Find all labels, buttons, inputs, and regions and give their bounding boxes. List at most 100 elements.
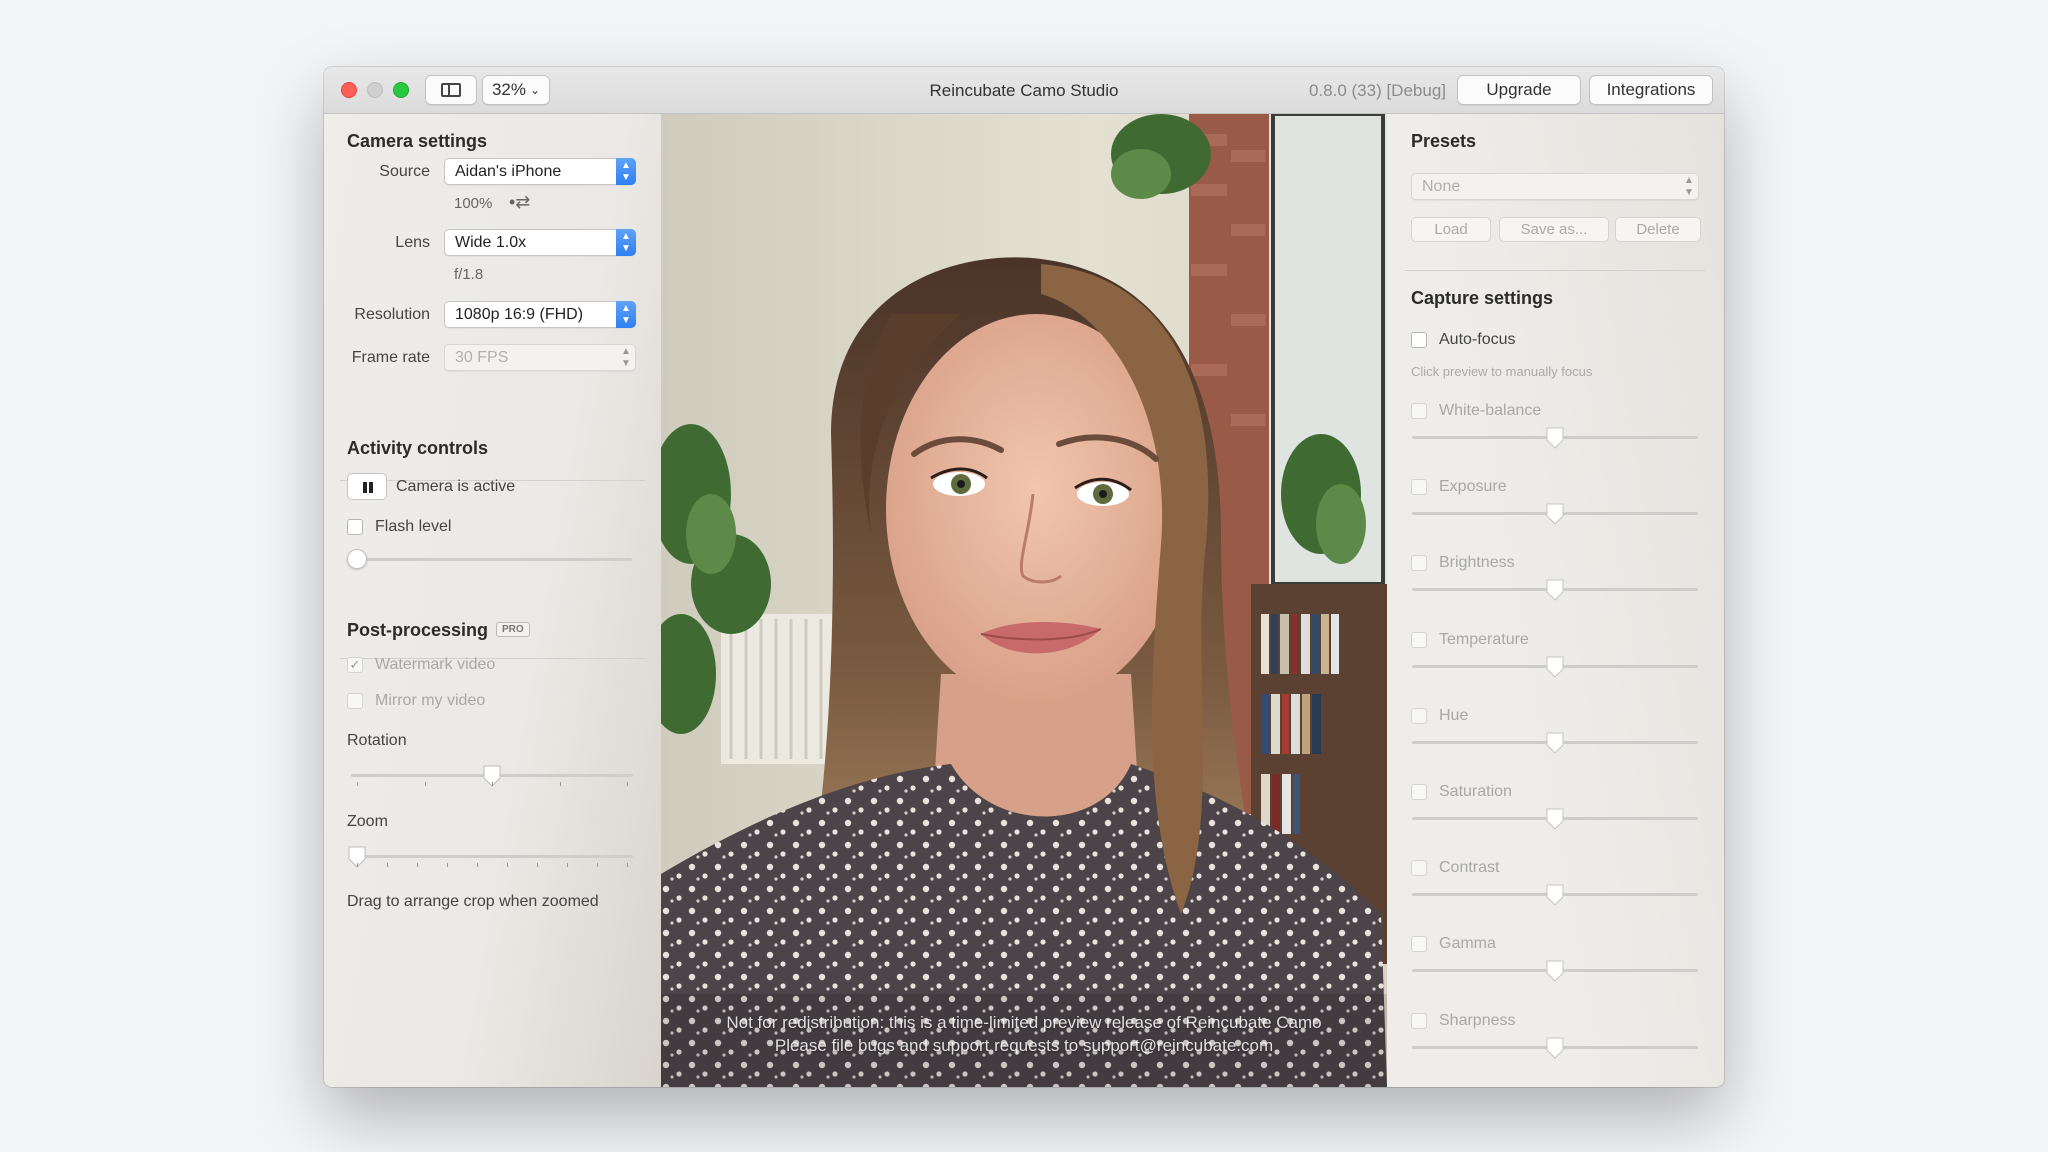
slider-tick (567, 863, 568, 867)
pause-camera-button[interactable] (347, 473, 387, 500)
capture-label-sharpness: Sharpness (1439, 1011, 1516, 1029)
divider (1405, 270, 1705, 271)
slider-tick (597, 863, 598, 867)
slider-tick (417, 863, 418, 867)
capture-slider-knob-exposure[interactable] (1545, 502, 1565, 526)
lens-value: Wide 1.0x (455, 234, 527, 251)
capture-checkbox-temperature[interactable] (1411, 631, 1427, 648)
capture-checkbox-gamma[interactable] (1411, 936, 1427, 953)
camera-preview[interactable]: Not for redistribution: this is a time-l… (661, 114, 1387, 1087)
watermark-label: Watermark video (375, 656, 496, 673)
upgrade-button[interactable]: Upgrade (1457, 75, 1581, 105)
zoom-label: Zoom (347, 813, 388, 830)
capture-slider-knob-temperature[interactable] (1545, 655, 1565, 679)
slider-tick (477, 863, 478, 867)
lens-label: Lens (395, 234, 430, 251)
capture-slider-knob-saturation[interactable] (1545, 807, 1565, 831)
battery-level: 100% (454, 195, 493, 212)
camera-settings-title: Camera settings (347, 131, 488, 151)
integrations-button[interactable]: Integrations (1589, 75, 1713, 105)
capture-checkbox-hue[interactable] (1411, 707, 1427, 724)
capture-checkbox-brightness[interactable] (1411, 555, 1427, 572)
lens-select[interactable]: Wide 1.0x ▲ ▼ (444, 229, 636, 256)
aperture-value: f/1.8 (454, 266, 484, 283)
resolution-label: Resolution (354, 306, 430, 323)
capture-label-gamma: Gamma (1439, 935, 1496, 953)
capture-label-contrast: Contrast (1439, 859, 1500, 877)
mirror-label: Mirror my video (375, 692, 486, 709)
capture-label-hue: Hue (1439, 706, 1469, 724)
preset-select[interactable]: None ▲ ▼ (1411, 173, 1699, 200)
slider-tick (492, 782, 493, 786)
capture-label-exposure: Exposure (1439, 478, 1507, 496)
source-select[interactable]: Aidan's iPhone ▲ ▼ (444, 158, 636, 185)
flash-slider-track (354, 558, 632, 561)
framerate-label: Frame rate (351, 349, 430, 366)
capture-checkbox-contrast[interactable] (1411, 860, 1427, 877)
slider-tick (424, 782, 426, 786)
flash-slider-knob[interactable] (347, 549, 367, 569)
capture-label-saturation: Saturation (1439, 783, 1512, 800)
slider-tick (627, 863, 628, 867)
mirror-checkbox[interactable] (347, 693, 363, 709)
stepper-arrows-icon: ▲ ▼ (621, 346, 631, 369)
flash-checkbox[interactable] (347, 519, 363, 535)
version-label: 0.8.0 (33) [Debug] (1308, 81, 1446, 100)
source-label: Source (379, 163, 430, 180)
framerate-select[interactable]: 30 FPS ▲ ▼ (444, 344, 636, 371)
capture-checkbox-saturation[interactable] (1411, 784, 1427, 800)
capture-label-brightness: Brightness (1439, 554, 1515, 572)
framerate-value: 30 FPS (455, 349, 509, 366)
preset-load-button[interactable]: Load (1411, 217, 1491, 242)
slider-tick (507, 863, 508, 867)
slider-tick (447, 863, 448, 867)
titlebar: 32% ⌄ Reincubate Camo Studio 0.8.0 (33) … (324, 67, 1724, 114)
activity-controls-heading: Activity controls (347, 438, 489, 458)
camera-status: Camera is active (396, 478, 516, 495)
stepper-arrows-icon: ▲ ▼ (616, 301, 636, 328)
app-window: 32% ⌄ Reincubate Camo Studio 0.8.0 (33) … (324, 67, 1724, 1087)
zoom-slider-track (351, 855, 633, 858)
capture-slider-knob-hue[interactable] (1545, 731, 1565, 755)
slider-tick (387, 863, 388, 867)
preview-image (661, 114, 1387, 1087)
preview-watermark-line1: Not for redistribution: this is a time-l… (726, 1013, 1322, 1032)
slider-tick (537, 863, 538, 867)
resolution-select[interactable]: 1080p 16:9 (FHD) ▲ ▼ (444, 301, 636, 328)
preview-watermark-line2: Please file bugs and support requests to… (774, 1036, 1274, 1055)
capture-slider-knob-gamma[interactable] (1545, 959, 1565, 983)
preset-save-button[interactable]: Save as... (1499, 217, 1609, 242)
capture-checkbox-exposure[interactable] (1411, 479, 1427, 496)
resolution-value: 1080p 16:9 (FHD) (455, 306, 584, 323)
capture-slider-knob-contrast[interactable] (1545, 883, 1565, 907)
stepper-arrows-icon: ▲ ▼ (616, 158, 636, 185)
stepper-arrows-icon: ▲ ▼ (1684, 175, 1694, 198)
post-processing-title: Post-processing (347, 620, 489, 640)
slider-tick (559, 782, 561, 786)
autofocus-hint: Click preview to manually focus (1411, 364, 1593, 379)
crop-hint: Drag to arrange crop when zoomed (347, 893, 599, 910)
capture-slider-knob-sharpness[interactable] (1545, 1036, 1565, 1060)
capture-checkbox-white-balance[interactable] (1411, 403, 1427, 419)
autofocus-label: Auto-focus (1439, 331, 1516, 348)
capture-slider-knob-brightness[interactable] (1545, 578, 1565, 602)
preset-value: None (1422, 178, 1461, 195)
preset-delete-button[interactable]: Delete (1615, 217, 1701, 242)
capture-label-temperature: Temperature (1439, 630, 1529, 648)
capture-settings-title: Capture settings (1411, 288, 1554, 308)
capture-label-white-balance: White-balance (1439, 402, 1542, 419)
pro-badge: PRO (496, 622, 530, 637)
capture-slider-knob-white-balance[interactable] (1545, 426, 1565, 450)
slider-tick (357, 863, 358, 867)
presets-title: Presets (1411, 131, 1477, 151)
rotation-label: Rotation (347, 732, 407, 749)
left-sidebar: Camera settings Source Aidan's iPhone ▲ ▼… (324, 114, 661, 1087)
stepper-arrows-icon: ▲ ▼ (616, 229, 636, 256)
slider-tick (357, 782, 358, 786)
source-value: Aidan's iPhone (455, 163, 562, 180)
capture-checkbox-sharpness[interactable] (1411, 1012, 1427, 1029)
watermark-checkbox[interactable]: ✓ (347, 657, 363, 673)
usb-icon: •⇄ (509, 192, 531, 212)
flash-label: Flash level (375, 518, 452, 535)
autofocus-checkbox[interactable] (1411, 332, 1427, 348)
